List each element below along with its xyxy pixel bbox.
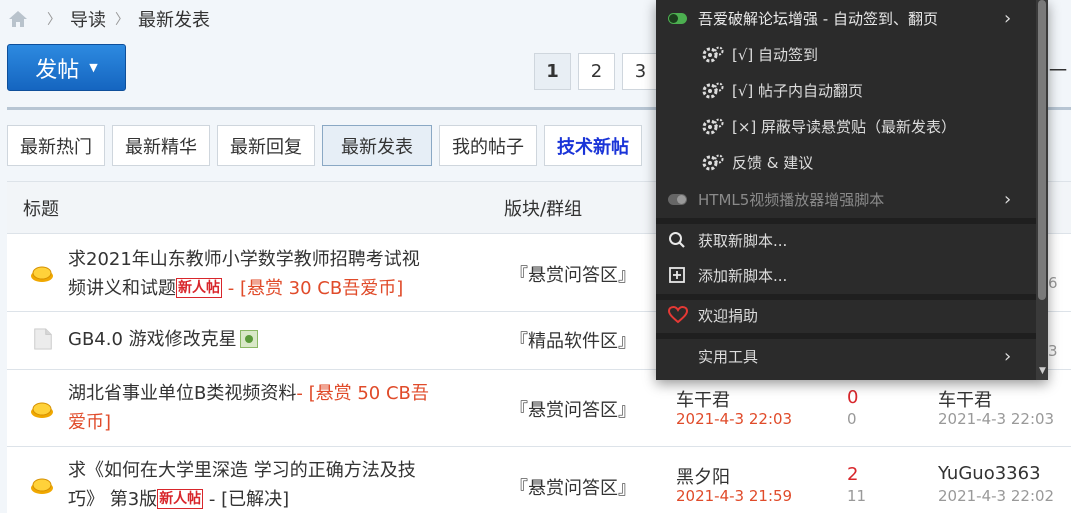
reward-text: - [悬赏 30 CB吾爱币] bbox=[222, 278, 404, 299]
toggle-on-icon[interactable] bbox=[668, 12, 687, 24]
menu-tools[interactable]: 实用工具 › bbox=[656, 339, 1036, 373]
author-link[interactable]: 车干君 bbox=[676, 386, 730, 412]
breadcrumb-latest[interactable]: 最新发表 bbox=[138, 6, 210, 32]
menu-auto-signin[interactable]: [√] 自动签到 bbox=[656, 37, 1036, 71]
thread-tabs: 最新热门 最新精华 最新回复 最新发表 我的帖子 技术新帖 bbox=[7, 125, 642, 166]
forum-link[interactable]: 『悬赏问答区』 bbox=[510, 261, 636, 287]
menu-block-reward[interactable]: [×] 屏蔽导读悬赏贴（最新发表） bbox=[656, 109, 1036, 143]
partial-count: 6 bbox=[1048, 274, 1058, 292]
tab-latest-reply[interactable]: 最新回复 bbox=[217, 125, 315, 166]
partial-count: 3 bbox=[1048, 342, 1058, 360]
header-forum: 版块/群组 bbox=[504, 199, 583, 220]
chevron-right-icon: 〉 bbox=[47, 12, 61, 28]
table-row: 求《如何在大学里深造 学习的正确方法及技 巧》 第3版 新人帖 - [已解决] 『… bbox=[7, 447, 1071, 513]
menu-add-script[interactable]: 添加新脚本... bbox=[656, 258, 1036, 292]
forum-link[interactable]: 『悬赏问答区』 bbox=[510, 396, 636, 422]
tab-hot[interactable]: 最新热门 bbox=[7, 125, 105, 166]
thread-title[interactable]: 求2021年山东教师小学数学教师招聘考试视 频讲义和试题 新人帖 - [悬赏 30… bbox=[68, 245, 488, 303]
menu-script-52pojie[interactable]: 吾爱破解论坛增强 - 自动签到、翻页 › bbox=[656, 1, 1036, 35]
forum-link[interactable]: 『悬赏问答区』 bbox=[510, 474, 636, 500]
chevron-right-icon: 〉 bbox=[115, 12, 129, 28]
thread-title[interactable]: 湖北省事业单位B类视频资料- [悬赏 50 CB吾 爱币] bbox=[68, 379, 488, 437]
breadcrumb: 〉 导读 〉 最新发表 bbox=[8, 6, 210, 32]
gear-icon bbox=[702, 154, 724, 171]
table-row: 湖北省事业单位B类视频资料- [悬赏 50 CB吾 爱币] 『悬赏问答区』 车干… bbox=[7, 370, 1071, 447]
thread-title[interactable]: GB4.0 游戏修改克星 bbox=[68, 325, 258, 354]
solved-text: - [已解决] bbox=[203, 489, 290, 510]
page-1[interactable]: 1 bbox=[534, 53, 571, 90]
page-2[interactable]: 2 bbox=[578, 53, 615, 90]
tab-my-threads[interactable]: 我的帖子 bbox=[439, 125, 537, 166]
new-post-label: 发帖 bbox=[35, 57, 80, 83]
pagination: 1 2 3 bbox=[534, 53, 659, 90]
menu-scrollbar[interactable] bbox=[1036, 0, 1048, 380]
userscript-menu: 吾爱破解论坛增强 - 自动签到、翻页 › [√] 自动签到 [√] 帖子内自动翻… bbox=[656, 0, 1048, 380]
menu-feedback[interactable]: 反馈 & 建议 bbox=[656, 145, 1036, 179]
new-user-badge: 新人帖 bbox=[157, 489, 204, 509]
view-count: 0 bbox=[847, 410, 857, 428]
tab-tech-new[interactable]: 技术新帖 bbox=[544, 125, 642, 166]
menu-script-html5[interactable]: HTML5视频播放器增强脚本 › bbox=[656, 182, 1036, 216]
forum-link[interactable]: 『精品软件区』 bbox=[510, 327, 636, 353]
menu-auto-page[interactable]: [√] 帖子内自动翻页 bbox=[656, 73, 1036, 107]
header-title: 标题 bbox=[23, 199, 59, 220]
heart-icon bbox=[668, 306, 688, 324]
scroll-down-icon[interactable]: ▼ bbox=[1039, 366, 1046, 376]
last-post-date[interactable]: 2021-4-3 22:03 bbox=[938, 410, 1054, 428]
page-3[interactable]: 3 bbox=[622, 53, 659, 90]
new-user-badge: 新人帖 bbox=[176, 278, 222, 298]
breadcrumb-guide[interactable]: 导读 bbox=[70, 6, 106, 32]
menu-get-scripts[interactable]: 获取新脚本... bbox=[656, 223, 1036, 257]
reward-coin-icon bbox=[31, 478, 53, 494]
thread-title[interactable]: 求《如何在大学里深造 学习的正确方法及技 巧》 第3版 新人帖 - [已解决] bbox=[68, 456, 488, 513]
caret-down-icon: ▼ bbox=[89, 61, 98, 74]
tab-latest-post[interactable]: 最新发表 bbox=[322, 125, 432, 166]
post-date: 2021-4-3 22:03 bbox=[676, 410, 793, 428]
chevron-right-icon: › bbox=[1004, 188, 1012, 210]
image-attachment-icon bbox=[239, 330, 258, 348]
gear-icon bbox=[702, 118, 724, 135]
author-link[interactable]: 黑夕阳 bbox=[676, 463, 730, 489]
chevron-right-icon: › bbox=[1004, 7, 1012, 29]
reply-count: 2 bbox=[847, 464, 859, 485]
view-count: 11 bbox=[847, 487, 867, 505]
document-icon bbox=[34, 328, 52, 350]
search-icon bbox=[669, 232, 685, 248]
chevron-right-icon: › bbox=[1004, 345, 1012, 367]
home-icon[interactable] bbox=[8, 9, 28, 29]
last-post-date[interactable]: 2021-4-3 22:02 bbox=[938, 487, 1054, 505]
new-post-button[interactable]: 发帖 ▼ bbox=[7, 44, 126, 91]
tab-digest[interactable]: 最新精华 bbox=[112, 125, 210, 166]
post-date: 2021-4-3 21:59 bbox=[676, 487, 793, 505]
last-poster-link[interactable]: YuGuo3363 bbox=[938, 463, 1041, 484]
menu-donate[interactable]: 欢迎捐助 bbox=[656, 298, 1036, 332]
plus-square-icon bbox=[669, 267, 685, 283]
toggle-off-icon[interactable] bbox=[668, 193, 687, 205]
menu-scrollbar-thumb[interactable] bbox=[1038, 0, 1046, 300]
gear-icon bbox=[702, 46, 724, 63]
reply-count: 0 bbox=[847, 387, 859, 408]
reward-coin-icon bbox=[31, 266, 53, 282]
last-poster-link[interactable]: 车干君 bbox=[938, 386, 992, 412]
reward-coin-icon bbox=[31, 402, 53, 418]
gear-icon bbox=[702, 82, 724, 99]
pager-more[interactable]: 一 bbox=[1049, 57, 1067, 83]
